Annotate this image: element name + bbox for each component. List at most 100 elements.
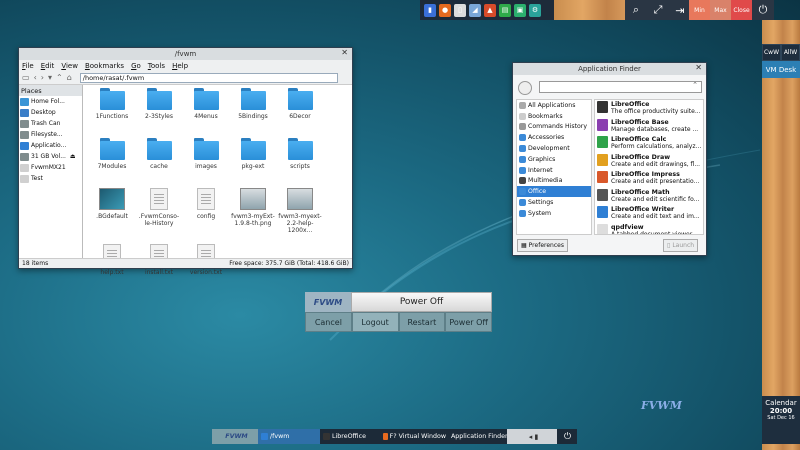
folder-icon	[193, 88, 219, 110]
launch-button[interactable]: ▯ Launch	[663, 239, 699, 252]
address-bar[interactable]: /home/rasat/.fvwm	[79, 72, 338, 83]
place-item[interactable]: FvwmMX21	[19, 162, 82, 173]
fvwm-logo[interactable]: FVWM	[212, 429, 258, 444]
place-item[interactable]: 31 GB Vol... ⏏	[19, 151, 82, 162]
document-icon[interactable]: ▯	[454, 3, 466, 17]
menu-bar: File Edit View Bookmarks Go Tools Help	[19, 60, 352, 71]
file-item[interactable]: 4Menus	[183, 88, 229, 120]
power-icon[interactable]: ⏻	[557, 429, 575, 444]
settings-icon[interactable]: ⚙	[529, 3, 541, 17]
menu-file[interactable]: File	[22, 62, 34, 70]
file-item[interactable]: images	[183, 138, 229, 170]
application-item[interactable]: LibreOffice Draw Create and edit drawings…	[595, 153, 703, 171]
minimize-button[interactable]: Min	[689, 0, 710, 20]
application-item[interactable]: qpdfview A tabbed document viewer	[595, 223, 703, 234]
category-item[interactable]: All Applications	[517, 100, 591, 111]
restart-button[interactable]: Restart	[398, 312, 446, 332]
application-item[interactable]: LibreOffice Math Create and edit scientif…	[595, 188, 703, 206]
close-icon[interactable]: ✕	[341, 48, 348, 57]
application-item[interactable]: LibreOffice Impress Create and edit prese…	[595, 170, 703, 188]
pager-vm-desk[interactable]: VM Desk	[762, 61, 800, 78]
category-label: Accessories	[528, 134, 565, 142]
notes-icon[interactable]: ▣	[514, 3, 526, 17]
menu-view[interactable]: View	[61, 62, 78, 70]
office-icon[interactable]: ▲	[484, 3, 496, 17]
new-tab-icon[interactable]: ▭	[22, 73, 30, 82]
cancel-button[interactable]: Cancel	[305, 312, 352, 332]
application-item[interactable]: LibreOffice Base Manage databases, create…	[595, 118, 703, 136]
firefox-icon[interactable]: ●	[439, 3, 451, 17]
file-item[interactable]: pkg-ext	[230, 138, 276, 170]
file-item[interactable]: .BGdefault	[89, 188, 135, 220]
place-item[interactable]: Filesyste...	[19, 129, 82, 140]
category-item[interactable]: Internet	[517, 165, 591, 176]
task-button[interactable]: F? Virtual Window	[380, 429, 446, 444]
file-manager-titlebar[interactable]: /fvwm ✕	[19, 48, 352, 60]
place-item[interactable]: Home Fol...	[19, 96, 82, 107]
pager-cww[interactable]: CwW	[762, 44, 781, 61]
category-item[interactable]: Graphics	[517, 154, 591, 165]
task-button[interactable]: /fvwm	[258, 429, 320, 444]
search-input[interactable]	[539, 81, 702, 93]
task-icon	[323, 433, 330, 440]
menu-bookmarks[interactable]: Bookmarks	[85, 62, 124, 70]
file-item[interactable]: fvwm3-myExt-1.9.8-th.png	[230, 188, 276, 227]
up-icon[interactable]: ⌃	[56, 73, 63, 82]
file-item[interactable]: config	[183, 188, 229, 220]
category-item[interactable]: Bookmarks	[517, 111, 591, 122]
place-item[interactable]: Desktop	[19, 107, 82, 118]
category-item[interactable]: Office	[517, 186, 591, 198]
place-icon	[20, 152, 29, 161]
image-viewer-icon[interactable]: ◢	[469, 3, 481, 17]
preferences-button[interactable]: ▦ Preferences	[517, 239, 568, 252]
category-item[interactable]: System	[517, 208, 591, 219]
menu-edit[interactable]: Edit	[41, 62, 55, 70]
application-description: Manage databases, create ...	[611, 125, 699, 133]
volume-control[interactable]: ◂ ▮	[507, 429, 557, 444]
category-item[interactable]: Settings	[517, 197, 591, 208]
file-item[interactable]: 2-3Styles	[136, 88, 182, 120]
application-item[interactable]: LibreOffice Calc Perform calculations, an…	[595, 135, 703, 153]
file-item[interactable]: 6Decor	[277, 88, 323, 120]
application-item[interactable]: LibreOffice Writer Create and edit text a…	[595, 205, 703, 223]
file-item[interactable]: scripts	[277, 138, 323, 170]
file-item[interactable]: .FvwmConso-le-History	[136, 188, 182, 227]
menu-tools[interactable]: Tools	[148, 62, 165, 70]
place-item[interactable]: Trash Can	[19, 118, 82, 129]
history-icon[interactable]: ▾	[48, 73, 52, 82]
category-item[interactable]: Development	[517, 143, 591, 154]
menu-help[interactable]: Help	[172, 62, 188, 70]
file-item[interactable]: 5Bindings	[230, 88, 276, 120]
files-icon[interactable]: ▮	[424, 3, 436, 17]
place-item[interactable]: Applicatio...	[19, 140, 82, 151]
expand-icon[interactable]: ⤢	[647, 0, 669, 20]
app-finder-titlebar[interactable]: Application Finder ✕	[513, 63, 706, 75]
close-button[interactable]: Close	[731, 0, 752, 20]
file-item[interactable]: cache	[136, 138, 182, 170]
home-icon[interactable]: ⌂	[67, 73, 72, 82]
close-icon[interactable]: ✕	[695, 63, 702, 72]
file-item[interactable]: 1Functions	[89, 88, 135, 120]
power-off-button[interactable]: Power Off	[445, 312, 492, 332]
maximize-button[interactable]: Max	[710, 0, 731, 20]
task-button[interactable]: Application Finder	[446, 429, 508, 444]
file-item[interactable]: fvwm3-myext-2.2-help-1200x...	[277, 188, 323, 234]
calc-icon[interactable]: ▤	[499, 3, 511, 17]
back-icon[interactable]: ‹	[34, 73, 37, 82]
exit-icon[interactable]: ⇥	[669, 0, 691, 20]
pager-allw[interactable]: AllW	[781, 44, 800, 61]
calendar-widget[interactable]: Calendar 20:00 Sat Dec 16	[762, 396, 800, 444]
task-button[interactable]: LibreOffice	[320, 429, 380, 444]
search-icon[interactable]: ⌕	[625, 0, 647, 20]
file-item[interactable]: 7Modules	[89, 138, 135, 170]
menu-go[interactable]: Go	[131, 62, 141, 70]
eject-icon[interactable]: ⏏	[70, 153, 76, 160]
application-item[interactable]: LibreOffice The office productivity suite…	[595, 100, 703, 118]
category-item[interactable]: Accessories	[517, 132, 591, 143]
category-item[interactable]: Commands History	[517, 122, 591, 133]
logout-button[interactable]: Logout	[351, 312, 399, 332]
power-icon[interactable]: ⏻	[752, 0, 774, 20]
place-item[interactable]: Test	[19, 173, 82, 184]
forward-icon[interactable]: ›	[41, 73, 44, 82]
category-item[interactable]: Multimedia	[517, 176, 591, 187]
